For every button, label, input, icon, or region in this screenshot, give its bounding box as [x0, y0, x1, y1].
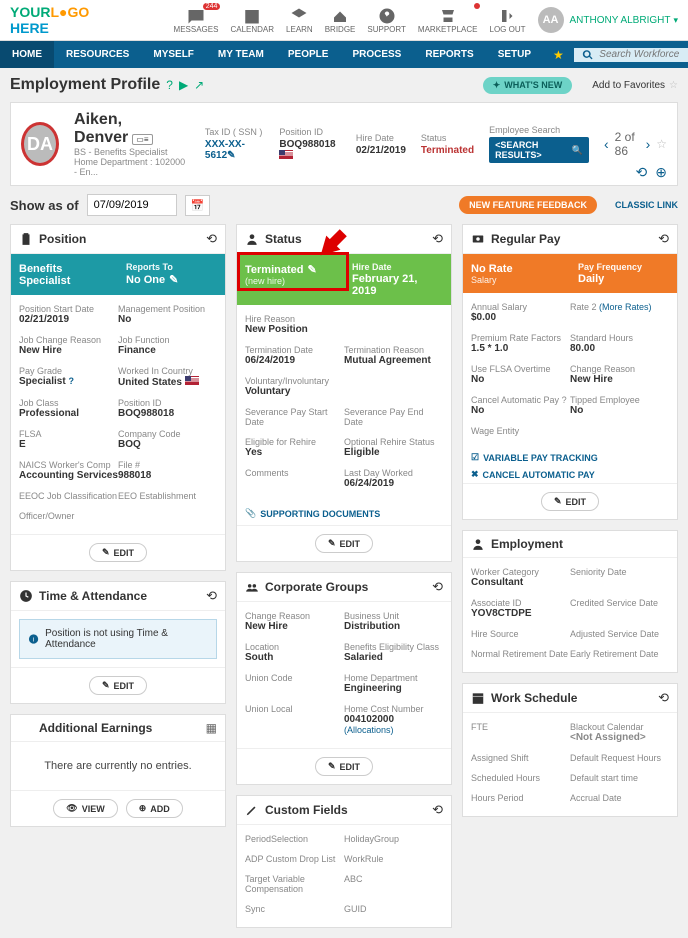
employment-card: Employment Worker CategoryConsultant Sen… — [462, 530, 678, 673]
page-title: Employment Profile — [10, 76, 160, 94]
nav-people[interactable]: PEOPLE — [276, 41, 341, 68]
employee-avatar: DA — [21, 122, 59, 166]
navbar: HOME RESOURCES MYSELF MY TEAM PEOPLE PRO… — [0, 41, 688, 68]
groups-icon — [245, 580, 259, 594]
cap-help-icon[interactable]: ? — [562, 395, 567, 405]
user-menu-caret[interactable]: ▾ — [673, 15, 678, 26]
video-icon[interactable]: ▶ — [179, 78, 188, 92]
edit-reports-to[interactable]: ✎ — [169, 274, 178, 286]
view-button[interactable]: 👁 VIEW — [53, 799, 117, 818]
paygrade-help-icon[interactable]: ? — [68, 376, 74, 386]
pager-prev[interactable]: ‹ — [604, 136, 609, 152]
share-icon[interactable]: ↗ — [194, 78, 204, 92]
nav-myteam[interactable]: MY TEAM — [206, 41, 276, 68]
topbar: YOURL●GOHERE 244MESSAGES CALENDAR LEARN … — [0, 0, 688, 41]
nav-setup[interactable]: SETUP — [486, 41, 543, 68]
employee-name: Aiken, Denver — [74, 111, 128, 146]
card-refresh[interactable]: ⟲ — [432, 231, 443, 247]
user-name[interactable]: ANTHONY ALBRIGHT — [570, 15, 671, 26]
pencil-icon — [245, 803, 259, 817]
pager-text: 2 of 86 — [615, 130, 640, 158]
additional-earnings-card: Additional Earnings▦ There are currently… — [10, 714, 226, 827]
calendar-icon[interactable]: 📅 — [185, 195, 211, 216]
money-icon — [471, 232, 485, 246]
employee-header: DA Aiken, Denver ▭≡ BS - Benefits Special… — [10, 102, 678, 186]
grid-icon[interactable]: ▦ — [206, 721, 217, 735]
edit-button[interactable]: ✎ EDIT — [541, 492, 599, 511]
edit-button[interactable]: ✎ EDIT — [89, 543, 147, 562]
clipboard-icon — [19, 232, 33, 246]
add-favorites-link[interactable]: Add to Favorites☆ — [592, 80, 678, 91]
card-refresh[interactable]: ⟲ — [206, 231, 217, 247]
nav-reports[interactable]: REPORTS — [413, 41, 485, 68]
taxid-link[interactable]: XXX-XX-5612✎ — [205, 139, 265, 161]
variable-pay-tracking-link[interactable]: ☑ VARIABLE PAY TRACKING — [463, 449, 677, 466]
search-input[interactable] — [599, 49, 680, 60]
nav-process[interactable]: PROCESS — [340, 41, 413, 68]
employee-position-sub: BS - Benefits Specialist — [74, 147, 190, 157]
regular-pay-card: Regular Pay⟲ No RateSalary Pay Frequency… — [462, 224, 678, 520]
add-button[interactable]: ⊕ ADD — [126, 799, 183, 818]
learn-button[interactable]: LEARN — [280, 5, 319, 36]
empty-message: There are currently no entries. — [11, 742, 225, 790]
nav-home[interactable]: HOME — [0, 41, 54, 68]
card-refresh[interactable]: ⟲ — [432, 802, 443, 818]
search-icon — [582, 48, 594, 62]
ta-info-message: iPosition is not using Time & Attendance — [19, 619, 217, 659]
card-refresh[interactable]: ⟲ — [432, 579, 443, 595]
nav-myself[interactable]: MYSELF — [141, 41, 206, 68]
logo: YOURL●GOHERE — [10, 4, 89, 36]
whats-new-button[interactable]: ✦WHAT'S NEW — [483, 77, 573, 94]
corporate-groups-card: Corporate Groups⟲ Change ReasonNew Hire … — [236, 572, 452, 785]
id-card-icon[interactable]: ▭≡ — [132, 134, 152, 145]
edit-button[interactable]: ✎ EDIT — [89, 676, 147, 695]
card-refresh[interactable]: ⟲ — [658, 690, 669, 706]
calendar-button[interactable]: CALENDAR — [224, 5, 280, 36]
status-card: Status⟲ Terminated✎(new hire) Hire DateF… — [236, 224, 452, 562]
show-as-of-date[interactable] — [87, 194, 177, 216]
pager-star[interactable]: ☆ — [656, 137, 667, 151]
show-as-of-label: Show as of — [10, 198, 79, 213]
person-icon — [471, 537, 485, 551]
person-icon — [245, 232, 259, 246]
bridge-button[interactable]: BRIDGE — [319, 5, 362, 36]
help-icon[interactable]: ? — [166, 78, 173, 92]
cancel-automatic-pay-link[interactable]: ✖ CANCEL AUTOMATIC PAY — [463, 466, 677, 483]
messages-button[interactable]: 244MESSAGES — [168, 5, 225, 36]
new-feature-feedback-button[interactable]: NEW FEATURE FEEDBACK — [459, 196, 597, 214]
list-icon — [19, 721, 33, 735]
nav-resources[interactable]: RESOURCES — [54, 41, 141, 68]
edit-status[interactable]: ✎ — [307, 264, 316, 276]
allocations-link[interactable]: (Allocations) — [344, 725, 443, 735]
classic-link[interactable]: CLASSIC LINK — [615, 200, 678, 210]
refresh-icon[interactable]: ⟲ — [636, 164, 648, 181]
more-rates-link[interactable]: (More Rates) — [599, 302, 652, 312]
search-results-button[interactable]: <SEARCH RESULTS> 🔍 — [489, 137, 589, 163]
pager-next[interactable]: › — [646, 136, 651, 152]
us-flag-icon — [279, 150, 293, 159]
custom-fields-card: Custom Fields⟲ PeriodSelection HolidayGr… — [236, 795, 452, 928]
position-card: Position⟲ Benefits Specialist Reports To… — [10, 224, 226, 571]
calendar-icon — [471, 691, 485, 705]
logout-button[interactable]: LOG OUT — [484, 5, 532, 36]
clock-icon — [19, 589, 33, 603]
edit-button[interactable]: ✎ EDIT — [315, 534, 373, 553]
status-terminated: Terminated — [421, 145, 474, 156]
employee-dept-sub: Home Department : 102000 - En... — [74, 157, 190, 177]
us-flag-icon — [185, 376, 199, 385]
nav-favorites-star[interactable]: ★ — [543, 48, 574, 62]
work-schedule-card: Work Schedule⟲ FTE Blackout Calendar<Not… — [462, 683, 678, 817]
supporting-documents-link[interactable]: 📎 SUPPORTING DOCUMENTS — [237, 502, 451, 525]
card-refresh[interactable]: ⟲ — [658, 231, 669, 247]
support-button[interactable]: SUPPORT — [361, 5, 412, 36]
card-refresh[interactable]: ⟲ — [206, 588, 217, 604]
edit-button[interactable]: ✎ EDIT — [315, 757, 373, 776]
marketplace-button[interactable]: MARKETPLACE — [412, 5, 484, 36]
user-avatar[interactable]: AA — [538, 7, 564, 33]
time-attendance-card: Time & Attendance⟲ iPosition is not usin… — [10, 581, 226, 704]
svg-text:i: i — [33, 636, 34, 643]
add-employee-icon[interactable]: ⊕ — [655, 164, 667, 181]
